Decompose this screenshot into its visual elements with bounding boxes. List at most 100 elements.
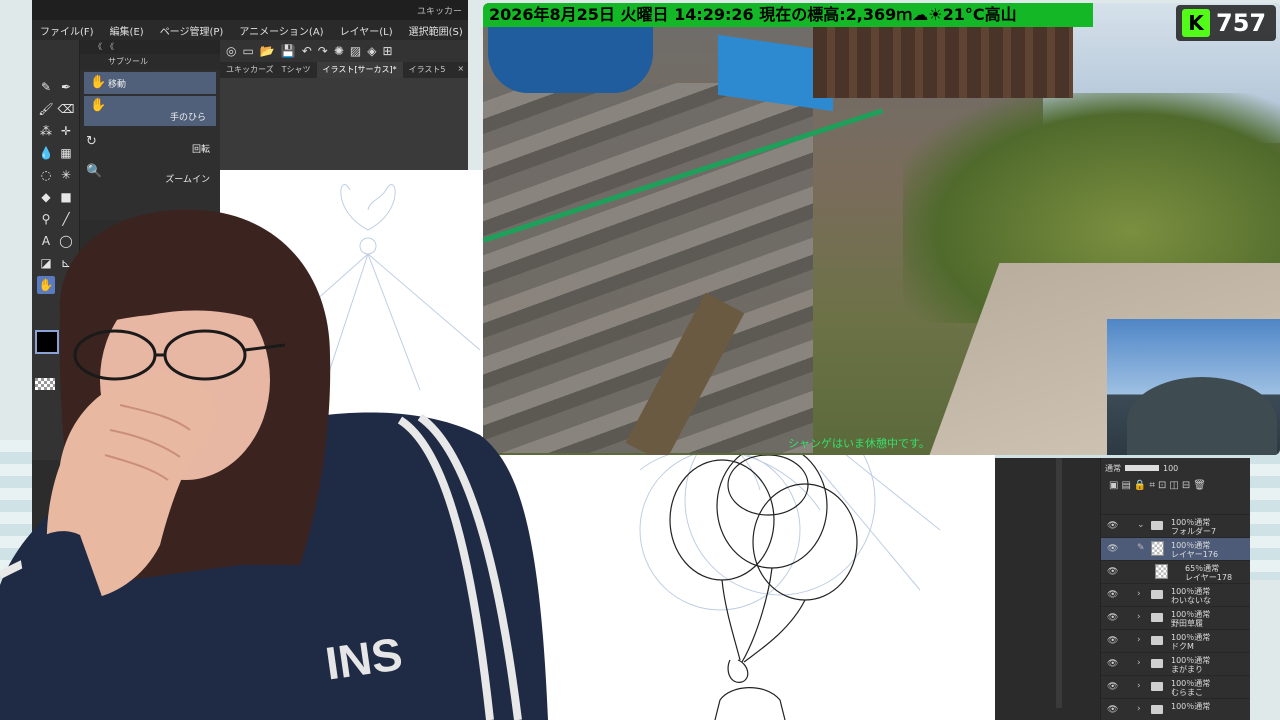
fill-icon[interactable]: ◈ bbox=[367, 44, 376, 58]
layer-thumbnail bbox=[1155, 564, 1168, 579]
save-icon[interactable]: 💾 bbox=[281, 44, 296, 58]
chevron-right-icon[interactable]: › bbox=[1137, 681, 1141, 691]
eye-icon[interactable]: 👁 bbox=[1107, 705, 1118, 715]
new-layer-icon[interactable]: ▣ bbox=[1109, 480, 1118, 512]
eye-icon[interactable]: 👁 bbox=[1107, 636, 1118, 646]
pen-icon[interactable]: ✎ bbox=[37, 78, 55, 96]
streamer-camera: INS bbox=[0, 205, 560, 720]
chevron-right-icon[interactable]: › bbox=[1137, 658, 1141, 668]
video-subtitle: シャンゲはいま休憩中です。 bbox=[788, 437, 930, 450]
subtool-zoom[interactable]: 🔍 ズームイン bbox=[80, 158, 220, 188]
mask-icon[interactable]: ◫ bbox=[1169, 480, 1178, 512]
transform-icon[interactable]: ⊞ bbox=[383, 44, 393, 58]
eye-icon[interactable]: 👁 bbox=[1107, 567, 1118, 577]
merge-icon[interactable]: ⊟ bbox=[1182, 480, 1190, 512]
subtool-tab[interactable]: サブツール bbox=[80, 54, 220, 70]
layer-name: まがまり bbox=[1171, 665, 1203, 674]
reference-icon[interactable]: ⊡ bbox=[1158, 480, 1166, 512]
app-icon[interactable]: ◎ bbox=[226, 44, 236, 58]
subtool-hand-label: 手のひら bbox=[169, 113, 206, 123]
menu-selection[interactable]: 選択範囲(S) bbox=[401, 23, 471, 38]
folder-icon bbox=[1151, 659, 1163, 668]
decoration-icon[interactable]: ⁂ bbox=[37, 122, 55, 140]
undo-icon[interactable]: ↶ bbox=[302, 44, 312, 58]
tab-illust5[interactable]: イラスト5 bbox=[403, 62, 452, 78]
opacity-value[interactable]: 100 bbox=[1163, 464, 1178, 473]
layer-mode: 100％通常 bbox=[1171, 702, 1211, 711]
subtool-hand[interactable]: ✋ 手のひら bbox=[84, 96, 216, 126]
grid-icon[interactable]: ▦ bbox=[57, 144, 75, 162]
menu-page[interactable]: ページ管理(P) bbox=[152, 23, 232, 38]
layer-row[interactable]: 👁 › 100％通常 bbox=[1101, 698, 1250, 720]
eye-icon[interactable]: 👁 bbox=[1107, 682, 1118, 692]
close-tab-icon[interactable]: × bbox=[452, 62, 471, 78]
chevron-right-icon[interactable]: › bbox=[1137, 589, 1141, 599]
move-layer-icon[interactable]: ✛ bbox=[57, 122, 75, 140]
brush-icon[interactable]: 🖌 bbox=[37, 100, 55, 118]
chevron-right-icon[interactable]: › bbox=[1137, 704, 1141, 714]
lasso-icon[interactable]: ◌ bbox=[37, 166, 55, 184]
fill-icon[interactable]: ◆ bbox=[37, 188, 55, 206]
chevron-down-icon[interactable]: ⌄ bbox=[1137, 520, 1145, 530]
mountain-peak bbox=[1127, 377, 1277, 455]
canvas-scrollbar[interactable] bbox=[1056, 458, 1062, 708]
delete-icon[interactable]: 🗑 bbox=[1193, 480, 1206, 512]
layer-name: レイヤー176 bbox=[1171, 550, 1219, 559]
layer-toolbar: ▣ ▤ 🔒 ⌗ ⊡ ◫ ⊟ 🗑 bbox=[1101, 478, 1250, 514]
menu-edit[interactable]: 編集(E) bbox=[102, 23, 152, 38]
eye-icon[interactable]: 👁 bbox=[1107, 544, 1118, 554]
layer-row[interactable]: 👁 › 100％通常 まがまり bbox=[1101, 652, 1250, 675]
blend-icon[interactable]: 💧 bbox=[37, 144, 55, 162]
menu-layer[interactable]: レイヤー(L) bbox=[332, 23, 401, 38]
eraser-icon[interactable]: ⌫ bbox=[57, 100, 75, 118]
layer-name: わいないな bbox=[1171, 596, 1211, 605]
chevron-right-icon[interactable]: › bbox=[1137, 612, 1141, 622]
layer-row[interactable]: 👁 ✎ 100％通常 レイヤー176 bbox=[1101, 537, 1250, 560]
eye-icon[interactable]: 👁 bbox=[1107, 613, 1118, 623]
layer-panel-top: 通常 100 bbox=[1101, 458, 1250, 478]
layer-row[interactable]: 👁 › 100％通常 ドクM bbox=[1101, 629, 1250, 652]
subtool-move-label: 移動 bbox=[108, 80, 127, 90]
canvas-pasteboard bbox=[220, 78, 468, 170]
chevron-right-icon[interactable]: › bbox=[1137, 635, 1141, 645]
folder-icon bbox=[1151, 590, 1163, 599]
layer-row[interactable]: 👁 ⌄ 100％通常 フォルダー7 bbox=[1101, 514, 1250, 537]
streamer-figure: INS bbox=[0, 209, 548, 720]
shirt-print-text: INS bbox=[322, 627, 405, 689]
menu-file[interactable]: ファイル(F) bbox=[32, 23, 102, 38]
gradient-icon[interactable]: ■ bbox=[57, 188, 75, 206]
folder-icon bbox=[1151, 705, 1163, 714]
eye-icon[interactable]: 👁 bbox=[1107, 590, 1118, 600]
eye-icon[interactable]: 👁 bbox=[1107, 521, 1118, 531]
layer-row[interactable]: 👁 65％通常 レイヤー178 bbox=[1101, 560, 1250, 583]
folder-icon[interactable]: ▤ bbox=[1121, 480, 1130, 512]
hand-icon: ✋ bbox=[90, 98, 107, 113]
layer-row[interactable]: 👁 › 100％通常 むらまこ bbox=[1101, 675, 1250, 698]
eye-icon[interactable]: 👁 bbox=[1107, 659, 1118, 669]
layer-row[interactable]: 👁 › 100％通常 野田草履 bbox=[1101, 606, 1250, 629]
subtool-panel-header: 《 《 bbox=[80, 40, 220, 54]
subtool-rotate[interactable]: ↻ 回転 bbox=[80, 128, 220, 158]
folder-icon bbox=[1151, 521, 1163, 530]
layer-name: むらまこ bbox=[1171, 688, 1203, 697]
lock-icon[interactable]: 🔒 bbox=[1134, 480, 1146, 512]
new-file-icon[interactable]: ▭ bbox=[242, 44, 253, 58]
subtool-move[interactable]: ✋ 移動 bbox=[84, 72, 216, 94]
layer-panel: 通常 100 ▣ ▤ 🔒 ⌗ ⊡ ◫ ⊟ 🗑 👁 ⌄ 100％通常 フォルダー7… bbox=[1100, 458, 1250, 720]
pen-nib-icon[interactable]: ✒ bbox=[57, 78, 75, 96]
loading-icon[interactable]: ✺ bbox=[334, 44, 344, 58]
tab-circus[interactable]: イラスト[サーカス]* bbox=[316, 62, 403, 78]
video-info-banner: 2026年8月25日 火曜日 14:29:26 現在の標高:2,369ｍ☁☀21… bbox=[483, 3, 1093, 27]
menu-animation[interactable]: アニメーション(A) bbox=[231, 23, 331, 38]
redo-icon[interactable]: ↷ bbox=[318, 44, 328, 58]
document-tabs: ユキッカーズ Tシャツ イラスト[サーカス]* イラスト5 × bbox=[220, 62, 468, 78]
clear-icon[interactable]: ▨ bbox=[350, 44, 361, 58]
tab-tshirt[interactable]: ユキッカーズ Tシャツ bbox=[220, 62, 317, 78]
opacity-slider[interactable] bbox=[1125, 465, 1159, 471]
blend-mode-select[interactable]: 通常 bbox=[1105, 463, 1121, 474]
clip-icon[interactable]: ⌗ bbox=[1149, 480, 1155, 512]
layer-row[interactable]: 👁 › 100％通常 わいないな bbox=[1101, 583, 1250, 606]
magic-wand-icon[interactable]: ✳ bbox=[57, 166, 75, 184]
open-folder-icon[interactable]: 📂 bbox=[260, 44, 275, 58]
viewer-count: 757 bbox=[1216, 9, 1267, 37]
